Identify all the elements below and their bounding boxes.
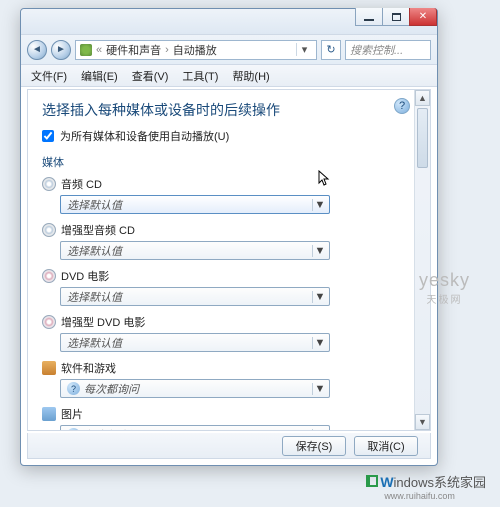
nav-forward-button[interactable]: ► xyxy=(51,40,71,60)
section-header-media: 媒体 xyxy=(42,154,400,170)
media-label: 音频 CD xyxy=(42,176,400,192)
save-button[interactable]: 保存(S) xyxy=(282,436,346,456)
media-label: 图片 xyxy=(42,406,400,422)
media-item: 增强型音频 CD 选择默认值▼ xyxy=(42,222,400,260)
autoplay-all-checkbox[interactable]: 为所有媒体和设备使用自动播放(U) xyxy=(42,128,400,144)
scroll-up-button[interactable]: ▲ xyxy=(415,90,430,106)
menu-bar: 文件(F)编辑(E)查看(V)工具(T)帮助(H) xyxy=(21,65,437,87)
breadcrumb[interactable]: « 硬件和声音 › 自动播放 ▾ xyxy=(75,40,317,60)
breadcrumb-part[interactable]: 自动播放 xyxy=(173,42,217,58)
close-button[interactable]: ✕ xyxy=(409,8,437,26)
media-item: 图片 ?每次都询问▼ xyxy=(42,406,400,430)
ico-dvd-icon xyxy=(42,315,56,329)
menu-item[interactable]: 文件(F) xyxy=(25,66,73,86)
chevron-down-icon: ▼ xyxy=(312,429,327,431)
scroll-track[interactable] xyxy=(415,106,430,414)
media-label: 软件和游戏 xyxy=(42,360,400,376)
content-pane: ? 选择插入每种媒体或设备时的后续操作 为所有媒体和设备使用自动播放(U) 媒体… xyxy=(27,89,431,431)
media-list: 音频 CD选择默认值▼增强型音频 CD选择默认值▼DVD 电影选择默认值▼增强型… xyxy=(42,176,400,430)
ico-cd-icon xyxy=(42,223,56,237)
help-icon[interactable]: ? xyxy=(394,98,410,114)
breadcrumb-dropdown[interactable]: ▾ xyxy=(296,43,312,56)
ico-pic-icon xyxy=(42,407,56,421)
control-panel-window: ✕ ◄ ► « 硬件和声音 › 自动播放 ▾ ↻ 搜索控制... 文件(F)编辑… xyxy=(20,8,438,466)
address-bar: ◄ ► « 硬件和声音 › 自动播放 ▾ ↻ 搜索控制... xyxy=(21,35,437,65)
media-item: 增强型 DVD 电影选择默认值▼ xyxy=(42,314,400,352)
scroll-view: ? 选择插入每种媒体或设备时的后续操作 为所有媒体和设备使用自动播放(U) 媒体… xyxy=(28,90,414,430)
scroll-down-button[interactable]: ▼ xyxy=(415,414,430,430)
chevron-down-icon: ▼ xyxy=(312,291,327,303)
breadcrumb-part[interactable]: 硬件和声音 xyxy=(106,42,161,58)
minimize-button[interactable] xyxy=(355,8,383,26)
media-label: DVD 电影 xyxy=(42,268,400,284)
cancel-button[interactable]: 取消(C) xyxy=(354,436,418,456)
menu-item[interactable]: 编辑(E) xyxy=(75,66,124,86)
media-item: 音频 CD 选择默认值▼ xyxy=(42,176,400,214)
nav-back-button[interactable]: ◄ xyxy=(27,40,47,60)
media-action-dropdown[interactable]: 选择默认值▼ xyxy=(60,241,330,260)
media-item: DVD 电影选择默认值▼ xyxy=(42,268,400,306)
media-item: 软件和游戏 ?每次都询问▼ xyxy=(42,360,400,398)
control-panel-icon xyxy=(80,44,92,56)
ico-soft-icon xyxy=(42,361,56,375)
title-bar: ✕ xyxy=(21,9,437,35)
chevron-down-icon: ▼ xyxy=(312,245,327,257)
media-label: 增强型音频 CD xyxy=(42,222,400,238)
media-action-dropdown[interactable]: 选择默认值▼ xyxy=(60,333,330,352)
vertical-scrollbar[interactable]: ▲ ▼ xyxy=(414,90,430,430)
refresh-button[interactable]: ↻ xyxy=(321,40,341,60)
media-label: 增强型 DVD 电影 xyxy=(42,314,400,330)
media-action-dropdown[interactable]: 选择默认值▼ xyxy=(60,195,330,214)
windows-flag-icon xyxy=(366,475,378,487)
footer-logo: Windows系统家园 www.ruihaifu.com xyxy=(366,472,486,501)
media-action-dropdown[interactable]: 选择默认值▼ xyxy=(60,287,330,306)
search-input[interactable]: 搜索控制... xyxy=(345,40,431,60)
chevron-down-icon: ▼ xyxy=(312,337,327,349)
autoplay-all-checkbox-input[interactable] xyxy=(42,130,54,142)
menu-item[interactable]: 查看(V) xyxy=(126,66,175,86)
media-action-dropdown[interactable]: ?每次都询问▼ xyxy=(60,425,330,430)
ask-icon: ? xyxy=(67,428,80,430)
page-title: 选择插入每种媒体或设备时的后续操作 xyxy=(42,100,400,120)
menu-item[interactable]: 帮助(H) xyxy=(226,66,275,86)
chevron-down-icon: ▼ xyxy=(312,383,327,395)
dialog-button-row: 保存(S) 取消(C) xyxy=(27,433,431,459)
ico-cd-icon xyxy=(42,177,56,191)
menu-item[interactable]: 工具(T) xyxy=(176,66,224,86)
ask-icon: ? xyxy=(67,382,80,395)
scroll-thumb[interactable] xyxy=(417,108,428,168)
chevron-down-icon: ▼ xyxy=(312,199,327,211)
maximize-button[interactable] xyxy=(382,8,410,26)
media-action-dropdown[interactable]: ?每次都询问▼ xyxy=(60,379,330,398)
ico-dvd-icon xyxy=(42,269,56,283)
